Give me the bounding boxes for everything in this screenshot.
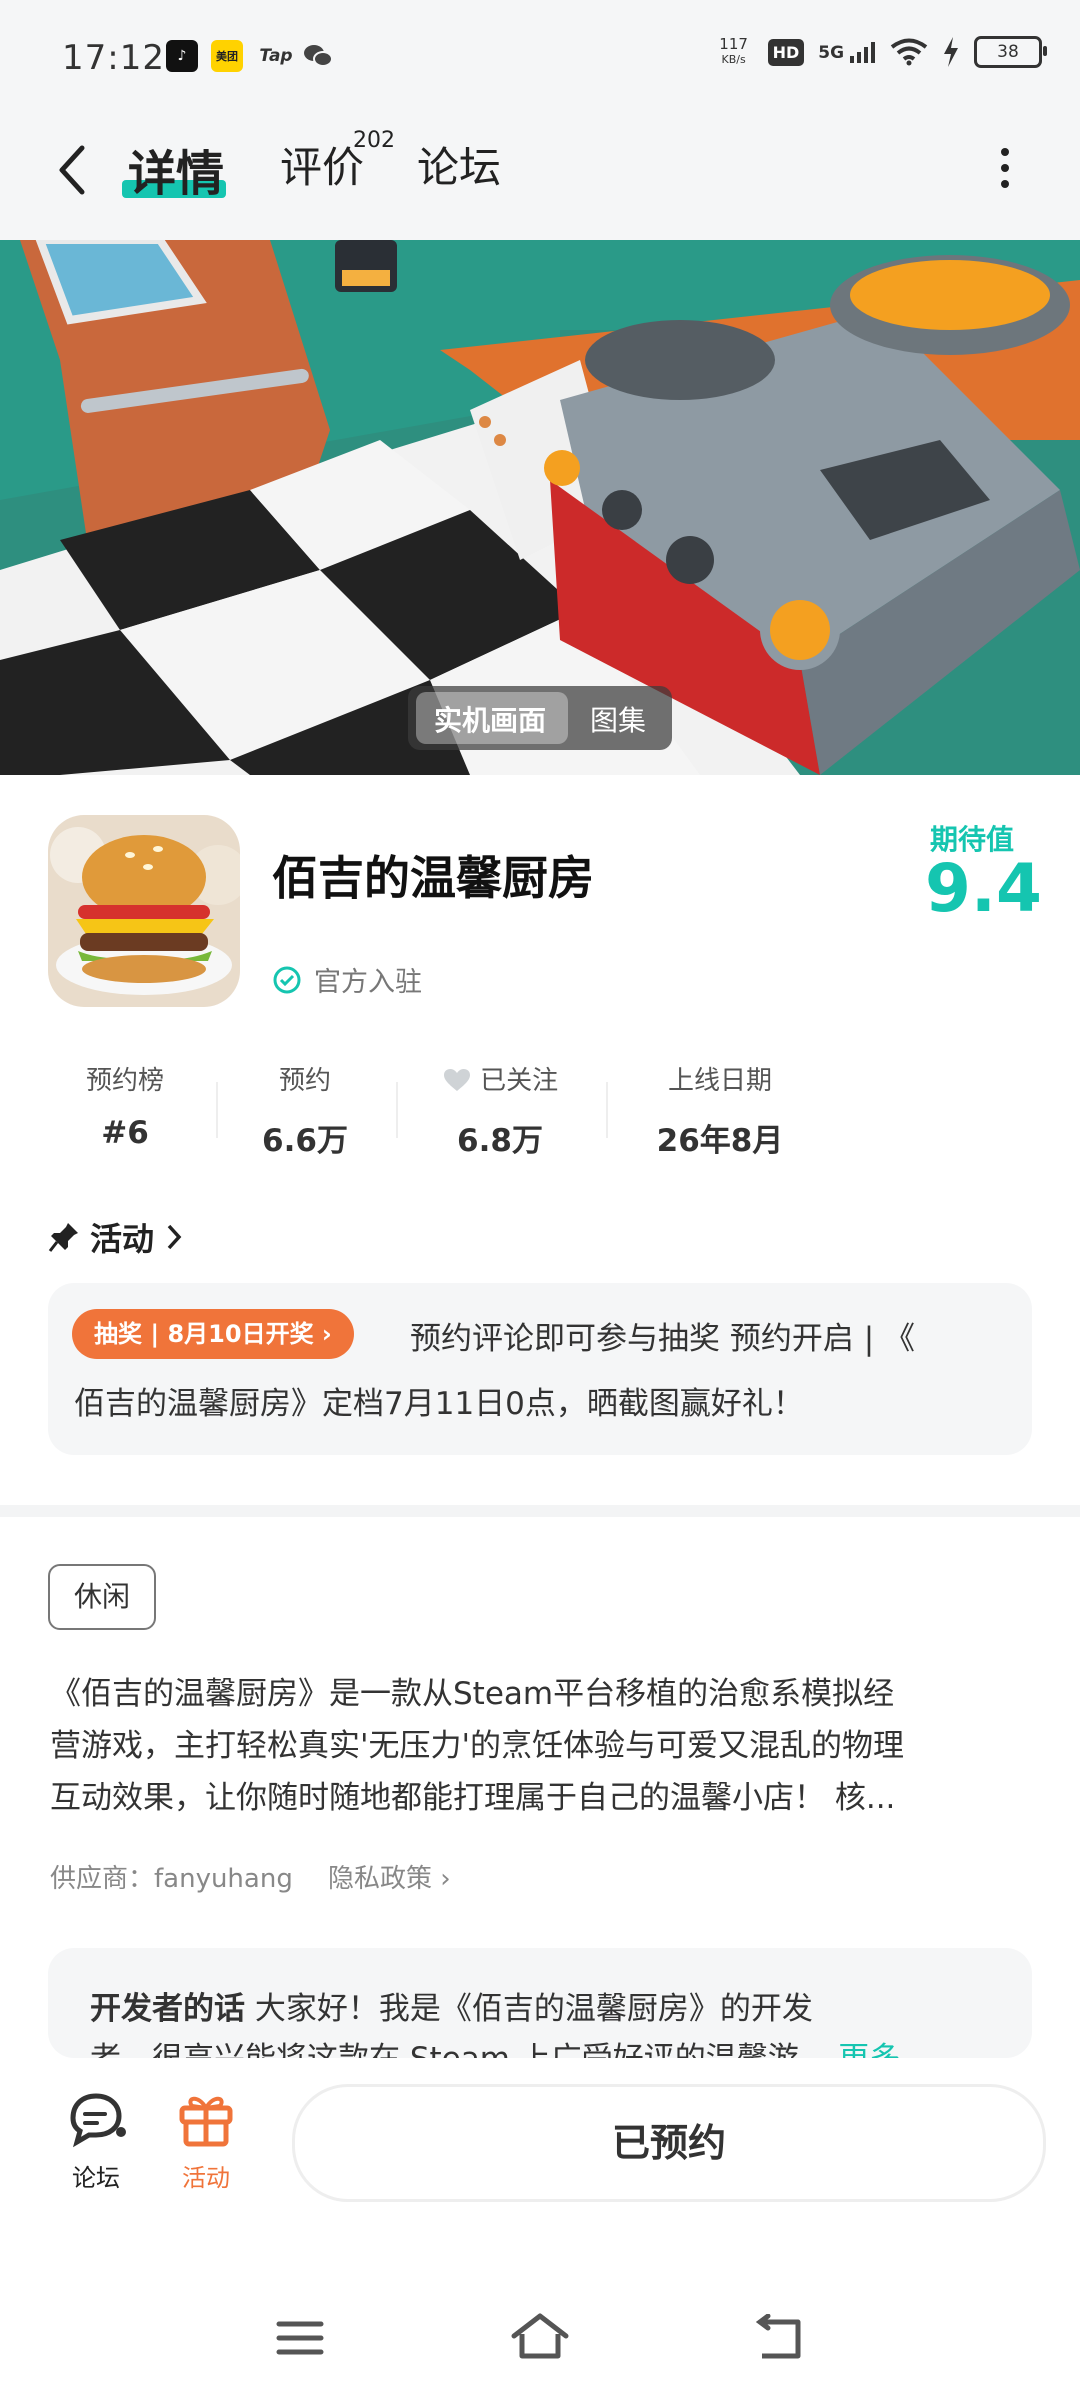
meituan-icon: 美团 xyxy=(211,40,243,72)
heart-icon xyxy=(443,1069,470,1091)
tap-icon: Tap xyxy=(259,46,293,66)
status-time: 17:12 xyxy=(62,38,165,78)
home-icon[interactable] xyxy=(508,2310,572,2362)
chevron-right-icon xyxy=(167,1224,182,1250)
battery-icon: 38 xyxy=(974,36,1047,68)
tab-details[interactable]: 详情 xyxy=(128,134,224,204)
verified-icon xyxy=(273,966,301,993)
wechat-icon xyxy=(302,40,334,72)
section-divider xyxy=(0,1505,1080,1517)
supplier-info: 供应商：fanyuhang xyxy=(50,1864,293,1894)
net-speed: 117 KB/s xyxy=(719,35,748,67)
activity-header[interactable]: 活动 xyxy=(48,1214,184,1260)
toggle-gameplay[interactable]: 实机画面 xyxy=(434,699,546,739)
expectation-score: 9.4 xyxy=(925,850,1042,927)
tiktok-icon: ♪ xyxy=(166,40,198,72)
charging-icon xyxy=(944,37,958,67)
stat-followers[interactable]: 已关注 6.8万 xyxy=(420,1060,580,1160)
hd-icon: HD xyxy=(767,38,805,66)
status-right: 117 KB/s HD 5G 38 xyxy=(714,35,1047,68)
toggle-gallery[interactable]: 图集 xyxy=(590,699,646,739)
wifi-icon xyxy=(890,38,928,66)
stat-divider xyxy=(606,1082,608,1138)
system-navigation-bar xyxy=(0,2258,1080,2400)
stat-divider xyxy=(216,1082,218,1138)
pin-icon xyxy=(48,1223,78,1252)
tab-forum[interactable]: 论坛 xyxy=(417,134,501,195)
game-title: 佰吉的温馨厨房 xyxy=(272,851,594,905)
reserved-button[interactable]: 已预约 xyxy=(292,2084,1046,2202)
stat-release-date[interactable]: 上线日期 26年8月 xyxy=(630,1060,810,1160)
lottery-badge[interactable]: 抽奖 | 8月10日开奖 › xyxy=(72,1309,354,1359)
gift-icon xyxy=(179,2096,233,2147)
activity-text-line1: 预约评论即可参与抽奖 预约开启 | 《 xyxy=(410,1321,916,1357)
menu-icon[interactable] xyxy=(275,2318,325,2358)
official-badge: 官方入驻 xyxy=(272,960,422,999)
game-icon xyxy=(48,815,240,1007)
status-bar: 17:12 ♪ 美团 Tap 117 KB/s HD 5G 38 xyxy=(0,0,1080,118)
tab-reviews[interactable]: 评价 xyxy=(280,134,364,195)
privacy-policy-link[interactable]: 隐私政策 › xyxy=(328,1858,451,1895)
reviews-count: 202 xyxy=(353,128,395,153)
forum-icon xyxy=(70,2093,126,2148)
stat-ranking[interactable]: 预约榜 #6 xyxy=(60,1060,190,1151)
activity-button[interactable]: 活动 xyxy=(166,2090,246,2193)
back-icon[interactable] xyxy=(52,140,92,200)
forum-button[interactable]: 论坛 xyxy=(56,2090,136,2193)
activity-text-line2: 佰吉的温馨厨房》定档7月11日0点，晒截图赢好礼！ xyxy=(74,1386,804,1422)
signal-icon: 5G xyxy=(818,41,876,63)
stat-reservations[interactable]: 预约 6.6万 xyxy=(240,1060,370,1160)
genre-tag[interactable]: 休闲 xyxy=(48,1564,156,1630)
game-description[interactable]: 《佰吉的温馨厨房》是一款从Steam平台移植的治愈系模拟经 营游戏，主打轻松真实… xyxy=(50,1668,1035,1824)
back-nav-icon[interactable] xyxy=(752,2314,808,2362)
stat-divider xyxy=(396,1082,398,1138)
more-icon[interactable] xyxy=(990,144,1020,194)
